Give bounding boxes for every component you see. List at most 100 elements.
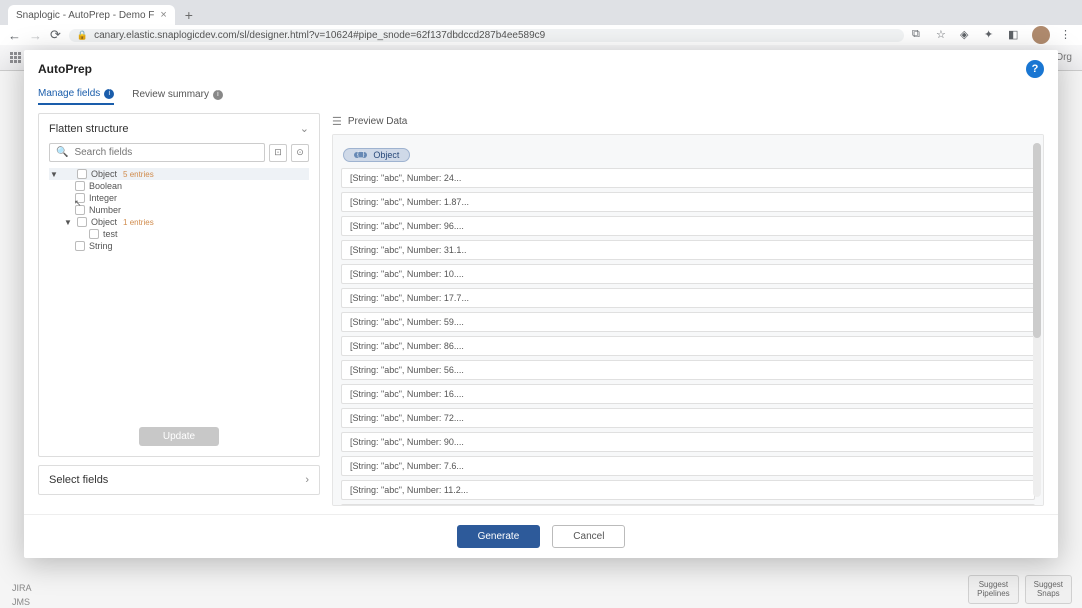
table-row[interactable]: [String: "abc", Number: 1.87... [341, 192, 1035, 212]
flatten-title: Flatten structure [49, 123, 128, 135]
menu-icon[interactable]: ⋮ [1060, 28, 1074, 42]
object-badge-icon: {_} [354, 152, 367, 158]
new-tab-button[interactable]: + [179, 5, 199, 25]
tab-review-summary[interactable]: Review summary i [132, 84, 223, 105]
locate-icon[interactable]: ⊙ [291, 144, 309, 162]
table-row[interactable]: [String: "abc", Number: 24... [341, 168, 1035, 188]
url-text: canary.elastic.snaplogicdev.com/sl/desig… [94, 30, 545, 41]
expand-icon[interactable]: ⊡ [269, 144, 287, 162]
back-button[interactable]: ← [8, 28, 21, 43]
modal-title: AutoPrep [38, 62, 92, 76]
cancel-button[interactable]: Cancel [552, 525, 625, 548]
tree-row[interactable]: String [49, 240, 309, 252]
scrollbar-thumb[interactable] [1033, 143, 1041, 338]
reload-button[interactable]: ⟳ [50, 27, 61, 43]
scrollbar[interactable] [1033, 143, 1041, 497]
left-panel: Flatten structure ⌄ 🔍 ⊡ ⊙ [38, 113, 320, 506]
tab-label: Review summary [132, 89, 209, 100]
avatar[interactable] [1032, 26, 1050, 44]
table-row[interactable]: [String: "abc", Number: 49.... [341, 504, 1035, 506]
table-row[interactable]: [String: "abc", Number: 56.... [341, 360, 1035, 380]
table-row[interactable]: [String: "abc", Number: 59.... [341, 312, 1035, 332]
caret-down-icon[interactable]: ▼ [63, 218, 73, 227]
chevron-down-icon: ⌄ [300, 122, 309, 135]
caret-down-icon[interactable]: ▼ [49, 170, 59, 179]
select-fields-card: Select fields › [38, 465, 320, 495]
object-pill-label: Object [373, 150, 399, 160]
checkbox[interactable] [77, 169, 87, 179]
tree-row-child-object[interactable]: ▼ Object 1 entries [49, 216, 309, 228]
table-row[interactable]: [String: "abc", Number: 17.7... [341, 288, 1035, 308]
tree-label: Object [91, 217, 117, 227]
info-icon: i [213, 90, 223, 100]
help-button[interactable]: ? [1026, 60, 1044, 78]
lock-icon: 🔒 [77, 30, 88, 41]
puzzle-icon[interactable]: ✦ [984, 28, 998, 42]
close-icon[interactable]: × [160, 9, 166, 21]
flatten-card: Flatten structure ⌄ 🔍 ⊡ ⊙ [38, 113, 320, 457]
tree-label: Number [89, 205, 121, 215]
table-row[interactable]: [String: "abc", Number: 96.... [341, 216, 1035, 236]
share-icon[interactable]: ⧉ [912, 28, 926, 42]
tree-row[interactable]: Integer [49, 192, 309, 204]
field-tree: ▼ Object 5 entries Boolean [49, 168, 309, 446]
tab-manage-fields[interactable]: Manage fields i [38, 84, 114, 105]
checkbox[interactable] [89, 229, 99, 239]
modal-footer: Generate Cancel [24, 514, 1058, 558]
modal-body: Flatten structure ⌄ 🔍 ⊡ ⊙ [24, 105, 1058, 514]
autoprep-modal: AutoPrep ? Manage fields i Review summar… [24, 50, 1058, 558]
modal-backdrop: AutoPrep ? Manage fields i Review summar… [0, 45, 1082, 608]
select-fields-title: Select fields [49, 474, 108, 486]
search-icon: 🔍 [56, 147, 68, 158]
tree-row[interactable]: Boolean [49, 180, 309, 192]
search-row: 🔍 ⊡ ⊙ [49, 143, 309, 162]
table-row[interactable]: [String: "abc", Number: 16.... [341, 384, 1035, 404]
preview-header: ☰ Preview Data [332, 113, 1044, 134]
tab-title: Snaplogic - AutoPrep - Demo F [16, 10, 154, 21]
chevron-right-icon: › [305, 474, 309, 486]
table-row[interactable]: [String: "abc", Number: 7.6... [341, 456, 1035, 476]
checkbox[interactable] [75, 193, 85, 203]
ext-icon[interactable]: ◧ [1008, 28, 1022, 42]
table-row[interactable]: [String: "abc", Number: 31.1.. [341, 240, 1035, 260]
tree-row[interactable]: test [49, 228, 309, 240]
browser-tab[interactable]: Snaplogic - AutoPrep - Demo F × [8, 5, 175, 25]
tree-label: Object [91, 169, 117, 179]
preview-title: Preview Data [348, 116, 407, 127]
select-fields-header[interactable]: Select fields › [39, 466, 319, 494]
generate-button[interactable]: Generate [457, 525, 541, 548]
table-row[interactable]: [String: "abc", Number: 90.... [341, 432, 1035, 452]
tree-hint: 5 entries [123, 170, 154, 179]
modal-tabs: Manage fields i Review summary i [24, 84, 1058, 105]
tab-label: Manage fields [38, 88, 100, 99]
forward-button[interactable]: → [29, 28, 42, 43]
table-row[interactable]: [String: "abc", Number: 10.... [341, 264, 1035, 284]
table-row[interactable]: [String: "abc", Number: 86.... [341, 336, 1035, 356]
tree-label: test [103, 229, 118, 239]
checkbox[interactable] [75, 181, 85, 191]
preview-body[interactable]: {_} Object [String: "abc", Number: 24...… [332, 134, 1044, 506]
cube-icon[interactable]: ◈ [960, 28, 974, 42]
info-icon: i [104, 89, 114, 99]
flatten-body: 🔍 ⊡ ⊙ ▼ [39, 143, 319, 456]
tab-bar: Snaplogic - AutoPrep - Demo F × + [0, 0, 1082, 25]
tree-hint: 1 entries [123, 218, 154, 227]
tree-label: Integer [89, 193, 117, 203]
update-button[interactable]: Update [139, 427, 219, 446]
object-pill[interactable]: {_} Object [343, 148, 410, 162]
addr-right-icons: ⧉ ☆ ◈ ✦ ◧ ⋮ [912, 26, 1074, 44]
address-bar: ← → ⟳ 🔒 canary.elastic.snaplogicdev.com/… [0, 25, 1082, 45]
checkbox[interactable] [77, 217, 87, 227]
url-field[interactable]: 🔒 canary.elastic.snaplogicdev.com/sl/des… [69, 29, 904, 42]
table-row[interactable]: [String: "abc", Number: 72.... [341, 408, 1035, 428]
tree-label: Boolean [89, 181, 122, 191]
search-box[interactable]: 🔍 [49, 143, 265, 162]
flatten-header[interactable]: Flatten structure ⌄ [39, 114, 319, 143]
checkbox[interactable] [75, 205, 85, 215]
tree-row-root[interactable]: ▼ Object 5 entries [49, 168, 309, 180]
table-row[interactable]: [String: "abc", Number: 11.2... [341, 480, 1035, 500]
checkbox[interactable] [75, 241, 85, 251]
star-icon[interactable]: ☆ [936, 28, 950, 42]
tree-row[interactable]: Number [49, 204, 309, 216]
search-input[interactable] [74, 147, 258, 158]
